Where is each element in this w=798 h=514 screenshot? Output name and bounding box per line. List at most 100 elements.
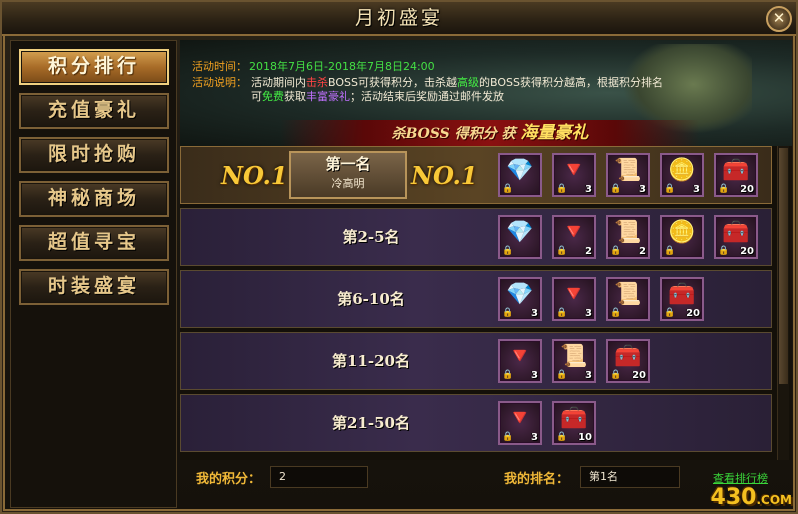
reward-item-slot[interactable]: 🪙 🔒 3 (660, 153, 704, 197)
site-watermark-logo: 430.COM (710, 485, 792, 510)
item-count: 3 (585, 308, 592, 319)
rank-row-6-10: 第6-10名 💎 🔒 3 🔻 🔒 3 📜 🔒 🧰 🔒 20 (180, 270, 772, 328)
sidebar-item-points-ranking[interactable]: 积分排行 (19, 49, 169, 85)
reward-item-slot[interactable]: 💎 🔒 3 (498, 277, 542, 321)
bound-lock-icon: 🔒 (556, 370, 568, 380)
rank-row-2-5: 第2-5名 💎 🔒 🔻 🔒 2 📜 🔒 2 🪙 🔒 🧰 🔒 20 (180, 208, 772, 266)
bound-lock-icon: 🔒 (610, 308, 622, 318)
treasure-chest-icon: 🧰 (668, 282, 696, 307)
slogan-banner: 杀BOSS 得积分 获 海量豪礼 (280, 120, 700, 146)
window-title: 月初盛宴 (354, 7, 443, 29)
rank-label: 第21-50名 (332, 414, 410, 432)
bound-lock-icon: 🔒 (718, 184, 730, 194)
reward-item-slot[interactable]: 🔻 🔒 3 (552, 153, 596, 197)
treasure-chest-icon: 🧰 (722, 158, 750, 183)
item-count: 3 (693, 184, 700, 195)
bound-lock-icon: 🔒 (502, 308, 514, 318)
treasure-chest-icon: 🧰 (614, 344, 642, 369)
no1-badge-left: NO.1 (221, 161, 288, 190)
bound-lock-icon: 🔒 (610, 246, 622, 256)
reward-item-slot[interactable]: 🪙 🔒 (660, 215, 704, 259)
reward-item-slot[interactable]: 📜 🔒 2 (606, 215, 650, 259)
bound-lock-icon: 🔒 (664, 184, 676, 194)
my-rank-value: 第1名 (580, 466, 680, 488)
event-window: 月初盛宴 ✕ 积分排行 充值豪礼 限时抢购 神秘商场 超值寻宝 时装盛宴 活动时… (0, 0, 798, 514)
item-count: 20 (740, 246, 754, 257)
close-button[interactable]: ✕ (766, 6, 792, 32)
scrollbar[interactable] (777, 146, 789, 460)
item-count: 3 (531, 308, 538, 319)
reward-item-slot[interactable]: 🔻 🔒 2 (552, 215, 596, 259)
bound-lock-icon: 🔒 (502, 246, 514, 256)
desc-label: 活动说明： (192, 76, 247, 89)
sidebar-item-treasure-hunt[interactable]: 超值寻宝 (19, 225, 169, 261)
treasure-chest-icon: 🧰 (560, 406, 588, 431)
item-count: 2 (585, 246, 592, 257)
my-score-value: 2 (270, 466, 368, 488)
scroll-icon: 📜 (614, 220, 642, 245)
reward-item-slot[interactable]: 🧰 🔒 20 (714, 215, 758, 259)
bound-lock-icon: 🔒 (718, 246, 730, 256)
item-count: 20 (686, 308, 700, 319)
diamond-icon: 💎 (506, 220, 534, 245)
diamond-icon: 💎 (506, 282, 534, 307)
first-place-player: 冷高明 (331, 177, 365, 190)
bound-lock-icon: 🔒 (556, 432, 568, 442)
view-ranking-link[interactable]: 查看排行榜 (713, 470, 768, 486)
bound-lock-icon: 🔒 (664, 246, 676, 256)
item-count: 3 (585, 184, 592, 195)
reward-item-slot[interactable]: 🧰 🔒 20 (606, 339, 650, 383)
scroll-icon: 📜 (560, 344, 588, 369)
bound-lock-icon: 🔒 (502, 370, 514, 380)
no1-badge-right: NO.1 (411, 161, 478, 190)
rank-row-first: NO.1 第一名 冷高明 NO.1 💎 🔒 🔻 🔒 3 📜 🔒 3 🪙 🔒 3 🧰 🔒 20 (180, 146, 772, 204)
bound-lock-icon: 🔒 (664, 308, 676, 318)
time-label: 活动时间： (192, 60, 247, 73)
bound-lock-icon: 🔒 (556, 308, 568, 318)
bound-lock-icon: 🔒 (502, 432, 514, 442)
rank-label: 第2-5名 (342, 228, 400, 246)
reward-item-slot[interactable]: 📜 🔒 3 (552, 339, 596, 383)
crystal-icon: 🔻 (560, 282, 588, 307)
rank-row-21-50: 第21-50名 🔻 🔒 3 🧰 🔒 10 (180, 394, 772, 452)
scroll-icon: 📜 (614, 158, 642, 183)
item-count: 3 (639, 184, 646, 195)
rank-label: 第6-10名 (337, 290, 405, 308)
coin-icon: 🪙 (668, 158, 696, 183)
reward-item-slot[interactable]: 🔻 🔒 3 (498, 401, 542, 445)
reward-list: NO.1 第一名 冷高明 NO.1 💎 🔒 🔻 🔒 3 📜 🔒 3 🪙 🔒 3 🧰 🔒 20 第2-5名 … (180, 146, 792, 460)
scroll-thumb[interactable] (779, 148, 788, 384)
rank-label: 第11-20名 (332, 352, 410, 370)
reward-item-slot[interactable]: 🔻 🔒 3 (552, 277, 596, 321)
sidebar-item-flash-sale[interactable]: 限时抢购 (19, 137, 169, 173)
reward-item-slot[interactable]: 🧰 🔒 20 (660, 277, 704, 321)
reward-item-slot[interactable]: 🔻 🔒 3 (498, 339, 542, 383)
item-count: 10 (578, 432, 592, 443)
item-count: 2 (639, 246, 646, 257)
reward-item-slot[interactable]: 📜 🔒 (606, 277, 650, 321)
item-count: 20 (632, 370, 646, 381)
item-count: 3 (531, 370, 538, 381)
desc-text: 活动期间内击杀BOSS可获得积分，击杀越高级的BOSS获得积分越高，根据积分排名… (251, 76, 663, 103)
sidebar-item-recharge-gifts[interactable]: 充值豪礼 (19, 93, 169, 129)
treasure-chest-icon: 🧰 (722, 220, 750, 245)
diamond-icon: 💎 (506, 158, 534, 183)
rank-row-11-20: 第11-20名 🔻 🔒 3 📜 🔒 3 🧰 🔒 20 (180, 332, 772, 390)
crystal-icon: 🔻 (506, 406, 534, 431)
scroll-icon: 📜 (614, 282, 642, 307)
main-content: 活动时间： 2018年7月6日-2018年7月8日24:00 活动说明： 活动期… (180, 40, 792, 460)
bound-lock-icon: 🔒 (502, 184, 514, 194)
sidebar-item-fashion-feast[interactable]: 时装盛宴 (19, 269, 169, 305)
bound-lock-icon: 🔒 (556, 184, 568, 194)
reward-item-slot[interactable]: 📜 🔒 3 (606, 153, 650, 197)
reward-item-slot[interactable]: 💎 🔒 (498, 215, 542, 259)
crystal-icon: 🔻 (560, 158, 588, 183)
reward-item-slot[interactable]: 🧰 🔒 10 (552, 401, 596, 445)
bound-lock-icon: 🔒 (610, 370, 622, 380)
reward-item-slot[interactable]: 💎 🔒 (498, 153, 542, 197)
coin-icon: 🪙 (668, 220, 696, 245)
sidebar-item-mystery-shop[interactable]: 神秘商场 (19, 181, 169, 217)
bound-lock-icon: 🔒 (556, 246, 568, 256)
item-count: 20 (740, 184, 754, 195)
reward-item-slot[interactable]: 🧰 🔒 20 (714, 153, 758, 197)
